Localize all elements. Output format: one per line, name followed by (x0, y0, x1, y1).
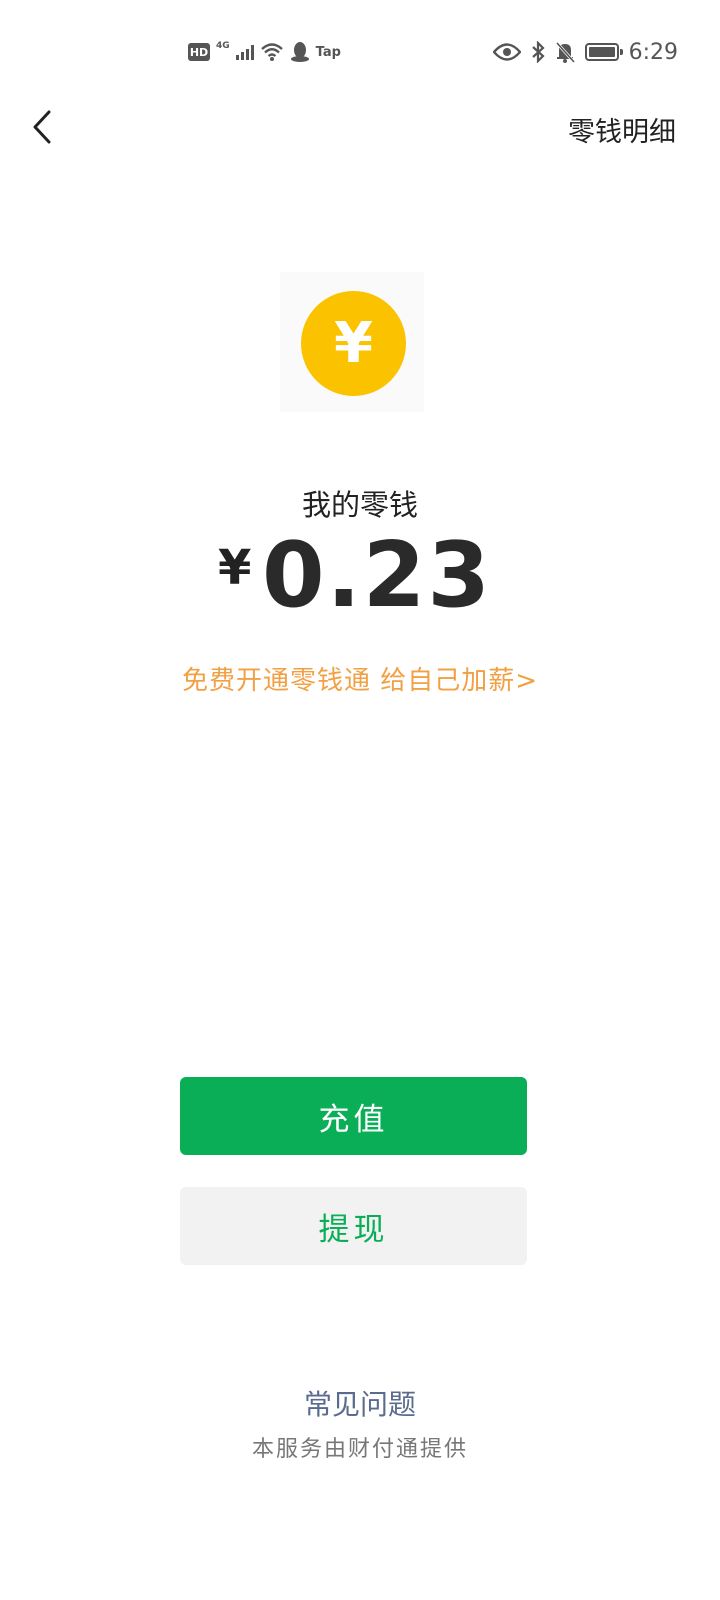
lingqiantong-promo-link[interactable]: 免费开通零钱通 给自己加薪> (0, 660, 720, 697)
wifi-icon (260, 43, 283, 61)
balance-amount: 0.23 (262, 523, 493, 628)
coin-symbol: ¥ (334, 311, 373, 376)
hd-badge: HD (188, 43, 210, 61)
back-button[interactable] (20, 105, 64, 149)
signal-icon (235, 44, 254, 60)
battery-icon (584, 43, 623, 61)
recharge-button[interactable]: 充值 (180, 1077, 527, 1155)
eye-icon (492, 43, 521, 61)
status-time: 6:29 (628, 39, 678, 65)
recharge-label: 充值 (318, 1101, 389, 1138)
faq-link[interactable]: 常见问题 (0, 1383, 720, 1423)
mute-bell-icon (555, 41, 575, 63)
status-bar-right: 6:29 (492, 38, 678, 66)
service-provider-text: 本服务由财付通提供 (251, 1437, 468, 1462)
bluetooth-icon (531, 41, 545, 63)
balance-detail-link[interactable]: 零钱明细 (568, 110, 676, 149)
chevron-left-icon (33, 110, 51, 144)
network-type: 4G (216, 41, 230, 51)
status-bar-left: HD 4G Tap (188, 38, 341, 66)
tap-icon: Tap (315, 44, 341, 60)
withdraw-button[interactable]: 提现 (180, 1187, 527, 1265)
yuan-coin-icon: ¥ (301, 291, 406, 396)
balance-label: 我的零钱 (301, 488, 418, 522)
withdraw-label: 提现 (318, 1211, 389, 1248)
qq-penguin-icon (290, 42, 309, 62)
currency-symbol: ¥ (218, 540, 252, 596)
